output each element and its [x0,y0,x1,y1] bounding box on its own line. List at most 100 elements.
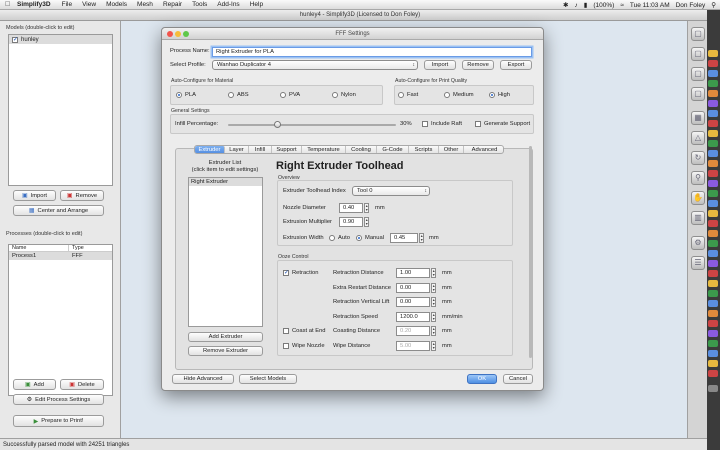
retraction-speed-input[interactable]: 1200.0 [396,312,430,322]
extruder-list[interactable]: Right Extruder [188,177,263,327]
delete-process-button[interactable]: ▣ Delete [60,379,104,390]
menu-mesh[interactable]: Mesh [137,1,153,8]
width-radio-manual[interactable]: Manual [356,235,384,241]
dock-app-icon[interactable] [708,270,718,277]
width-stepper[interactable]: ▲ ▼ [419,233,424,243]
dock-app-icon[interactable] [708,370,718,377]
gear-icon[interactable]: ⚙ [691,236,705,250]
material-radio-pla[interactable]: PLA [176,92,196,98]
user-name[interactable]: Don Foley [676,2,706,9]
extrusion-width-input[interactable]: 0.45 [390,233,418,243]
list-item[interactable]: Right Extruder [189,178,262,186]
dock-app-icon[interactable] [708,130,718,137]
processes-list[interactable]: Name Type Process1 FFF [8,244,113,396]
material-radio-abs[interactable]: ABS [228,92,249,98]
bluetooth-icon[interactable]: ✱ [563,1,568,9]
dock-app-icon[interactable] [708,290,718,297]
dock-app-icon[interactable] [708,170,718,177]
view-front-icon[interactable]: ▢ [691,47,705,61]
tab-advanced[interactable]: Advanced [464,146,503,153]
dock-app-icon[interactable] [708,330,718,337]
dock-app-icon[interactable] [708,150,718,157]
retraction-checkbox[interactable]: ✓ Retraction [283,270,318,276]
dock-app-icon[interactable] [708,260,718,267]
list-item[interactable]: ✓ hunley [9,35,112,44]
edit-process-settings-button[interactable]: ⚙ Edit Process Settings [13,394,104,405]
support-icon[interactable]: ▥ [691,211,705,225]
models-list[interactable]: ✓ hunley [8,34,113,186]
dock-app-icon[interactable] [708,180,718,187]
view-side-icon[interactable]: ▢ [691,87,705,101]
coasting-distance-stepper[interactable]: ▲ ▼ [431,326,436,336]
extra-restart-stepper[interactable]: ▲ ▼ [431,283,436,293]
retraction-speed-stepper[interactable]: ▲ ▼ [431,312,436,322]
import-model-button[interactable]: ▣ Import [13,190,56,201]
app-menu[interactable]: Simplify3D [17,1,51,8]
dock-app-icon[interactable] [708,220,718,227]
dock-app-icon[interactable] [708,350,718,357]
remove-extruder-button[interactable]: Remove Extruder [188,346,263,356]
nozzle-diameter-input[interactable]: 0.40 [339,203,363,213]
wipe-nozzle-checkbox[interactable]: Wipe Nozzle [283,343,325,349]
minimize-icon[interactable] [175,31,181,37]
material-radio-nylon[interactable]: Nylon [332,92,356,98]
menu-models[interactable]: Models [106,1,127,8]
add-process-button[interactable]: ▣ Add [13,379,56,390]
battery-icon[interactable]: ▮ [584,1,588,9]
dock-app-icon[interactable] [708,70,718,77]
retraction-distance-input[interactable]: 1.00 [396,268,430,278]
vertical-lift-input[interactable]: 0.00 [396,297,430,307]
cube-view-icon[interactable]: ▦ [691,111,705,125]
dock-app-icon[interactable] [708,300,718,307]
tab-extruder[interactable]: Extruder [195,146,225,153]
coast-at-end-checkbox[interactable]: Coast at End [283,328,326,334]
quality-radio-high[interactable]: High [489,92,510,98]
hide-advanced-button[interactable]: Hide Advanced [172,374,234,384]
view-iso-icon[interactable]: ▢ [691,27,705,41]
tab-layer[interactable]: Layer [225,146,249,153]
material-radio-pva[interactable]: PVA [280,92,300,98]
quality-radio-medium[interactable]: Medium [444,92,474,98]
infill-slider[interactable] [228,121,396,128]
dock-app-icon[interactable] [708,80,718,87]
remove-model-button[interactable]: ▣ Remove [60,190,104,201]
model-checkbox[interactable]: ✓ [12,36,18,43]
include-raft-checkbox[interactable]: Include Raft [422,121,462,127]
ok-button[interactable]: OK [467,374,497,384]
apple-icon[interactable]:  [5,1,13,8]
spotlight-icon[interactable]: ⚲ [711,1,716,9]
dock-app-icon[interactable] [708,360,718,367]
col-type[interactable]: Type [69,245,84,251]
tab-gcode[interactable]: G-Code [377,146,409,153]
menu-repair[interactable]: Repair [163,1,182,8]
zoom-icon[interactable]: ⚲ [691,171,705,185]
dock-app-icon[interactable] [708,240,718,247]
export-profile-button[interactable]: Export [500,60,532,70]
dock-app-icon[interactable] [708,50,718,57]
select-models-button[interactable]: Select Models [239,374,297,384]
vertical-lift-stepper[interactable]: ▲ ▼ [431,297,436,307]
dock-trash-icon[interactable] [708,385,718,392]
menu-view[interactable]: View [82,1,96,8]
dock-app-icon[interactable] [708,310,718,317]
dock-app-icon[interactable] [708,340,718,347]
nozzle-stepper[interactable]: ▲ ▼ [364,203,369,213]
profile-select[interactable]: Wanhao Duplicator 4 ↕ [212,60,418,70]
wireframe-icon[interactable]: △ [691,131,705,145]
wifi-icon[interactable]: ≈ [620,2,624,9]
dock-app-icon[interactable] [708,60,718,67]
center-arrange-button[interactable]: ▦ Center and Arrange [13,205,104,216]
layers-icon[interactable]: ☰ [691,256,705,270]
tab-other[interactable]: Other [439,146,464,153]
cancel-button[interactable]: Cancel [503,374,533,384]
coasting-distance-input[interactable]: 0.20 [396,326,430,336]
zoom-window-icon[interactable] [183,31,189,37]
remove-profile-button[interactable]: Remove [462,60,494,70]
dock-app-icon[interactable] [708,100,718,107]
generate-support-checkbox[interactable]: Generate Support [475,121,530,127]
width-radio-auto[interactable]: Auto [329,235,350,241]
process-name-input[interactable]: Right Extruder for PLA [212,47,532,57]
dock-app-icon[interactable] [708,140,718,147]
add-extruder-button[interactable]: Add Extruder [188,332,263,342]
volume-icon[interactable]: ♪ [574,2,577,9]
